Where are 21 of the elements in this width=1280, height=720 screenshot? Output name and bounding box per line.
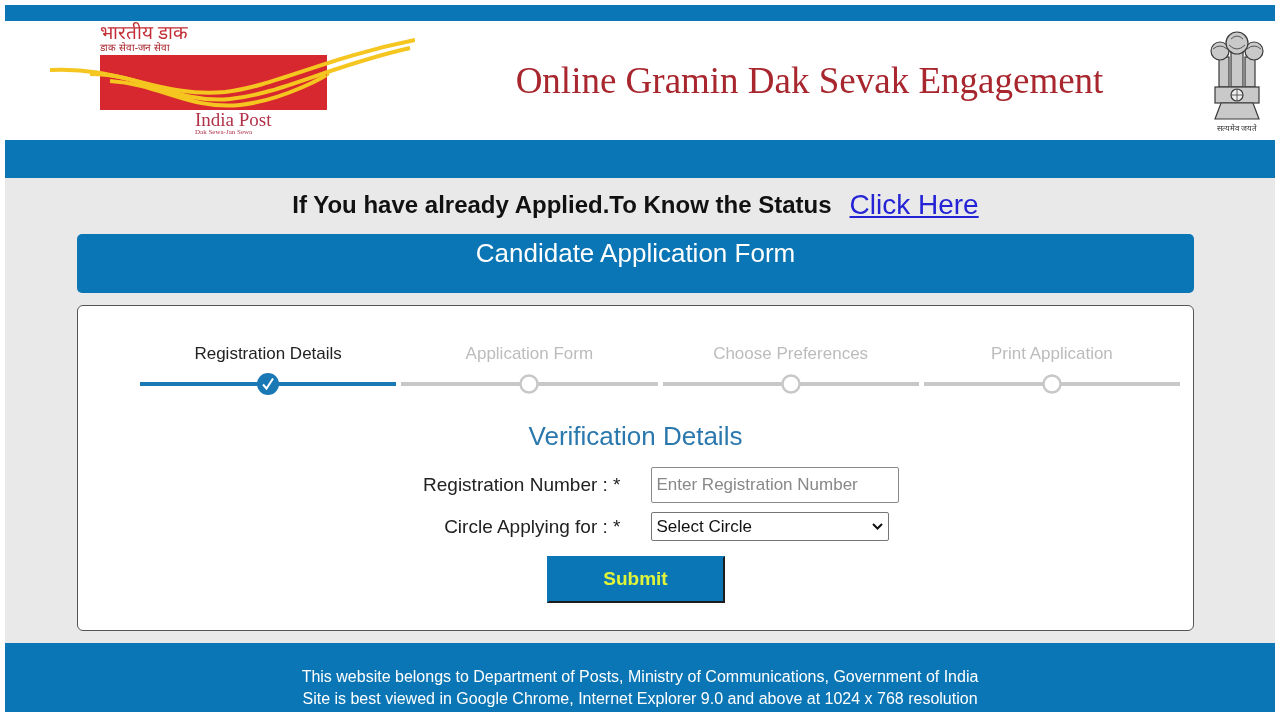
circle-select[interactable]: Select Circle <box>650 512 889 541</box>
section-heading: Verification Details <box>528 420 743 452</box>
status-notice: If You have already Applied.To Know the Status <box>292 190 832 220</box>
field-label: Registration Number : * <box>423 474 621 496</box>
step-label: Print Application <box>990 344 1113 364</box>
page-title: Online Gramin Dak Sevak Engagement <box>515 58 1104 103</box>
submit-button[interactable]: Submit <box>546 556 725 603</box>
step-label: Application Form <box>465 344 594 364</box>
field-label: Circle Applying for : * <box>444 515 621 538</box>
banner-title: Candidate Application Form <box>475 237 796 270</box>
logo-hindi-name: भारतीय डाक <box>100 22 189 43</box>
step-label: Choose Preferences <box>713 344 869 364</box>
step-label: Registration Details <box>194 344 342 364</box>
footer-text: This website belongs to Department of Posts, Ministry of Communications, Government of India <box>301 667 979 687</box>
chevron-down-icon <box>871 523 883 530</box>
footer-text: Site is best viewed in Google Chrome, Internet Explorer 9.0 and above at 1024 x 768 resolution <box>302 689 978 709</box>
click-here-link[interactable]: Click Here <box>849 184 979 226</box>
emblem-motto: सत्यमेव जयते <box>1216 124 1258 134</box>
logo-hindi-motto: डाक सेवा-जन सेवा <box>100 41 170 53</box>
logo-name: India Post <box>195 109 272 129</box>
registration-number-input[interactable]: Enter Registration Number <box>650 467 899 503</box>
